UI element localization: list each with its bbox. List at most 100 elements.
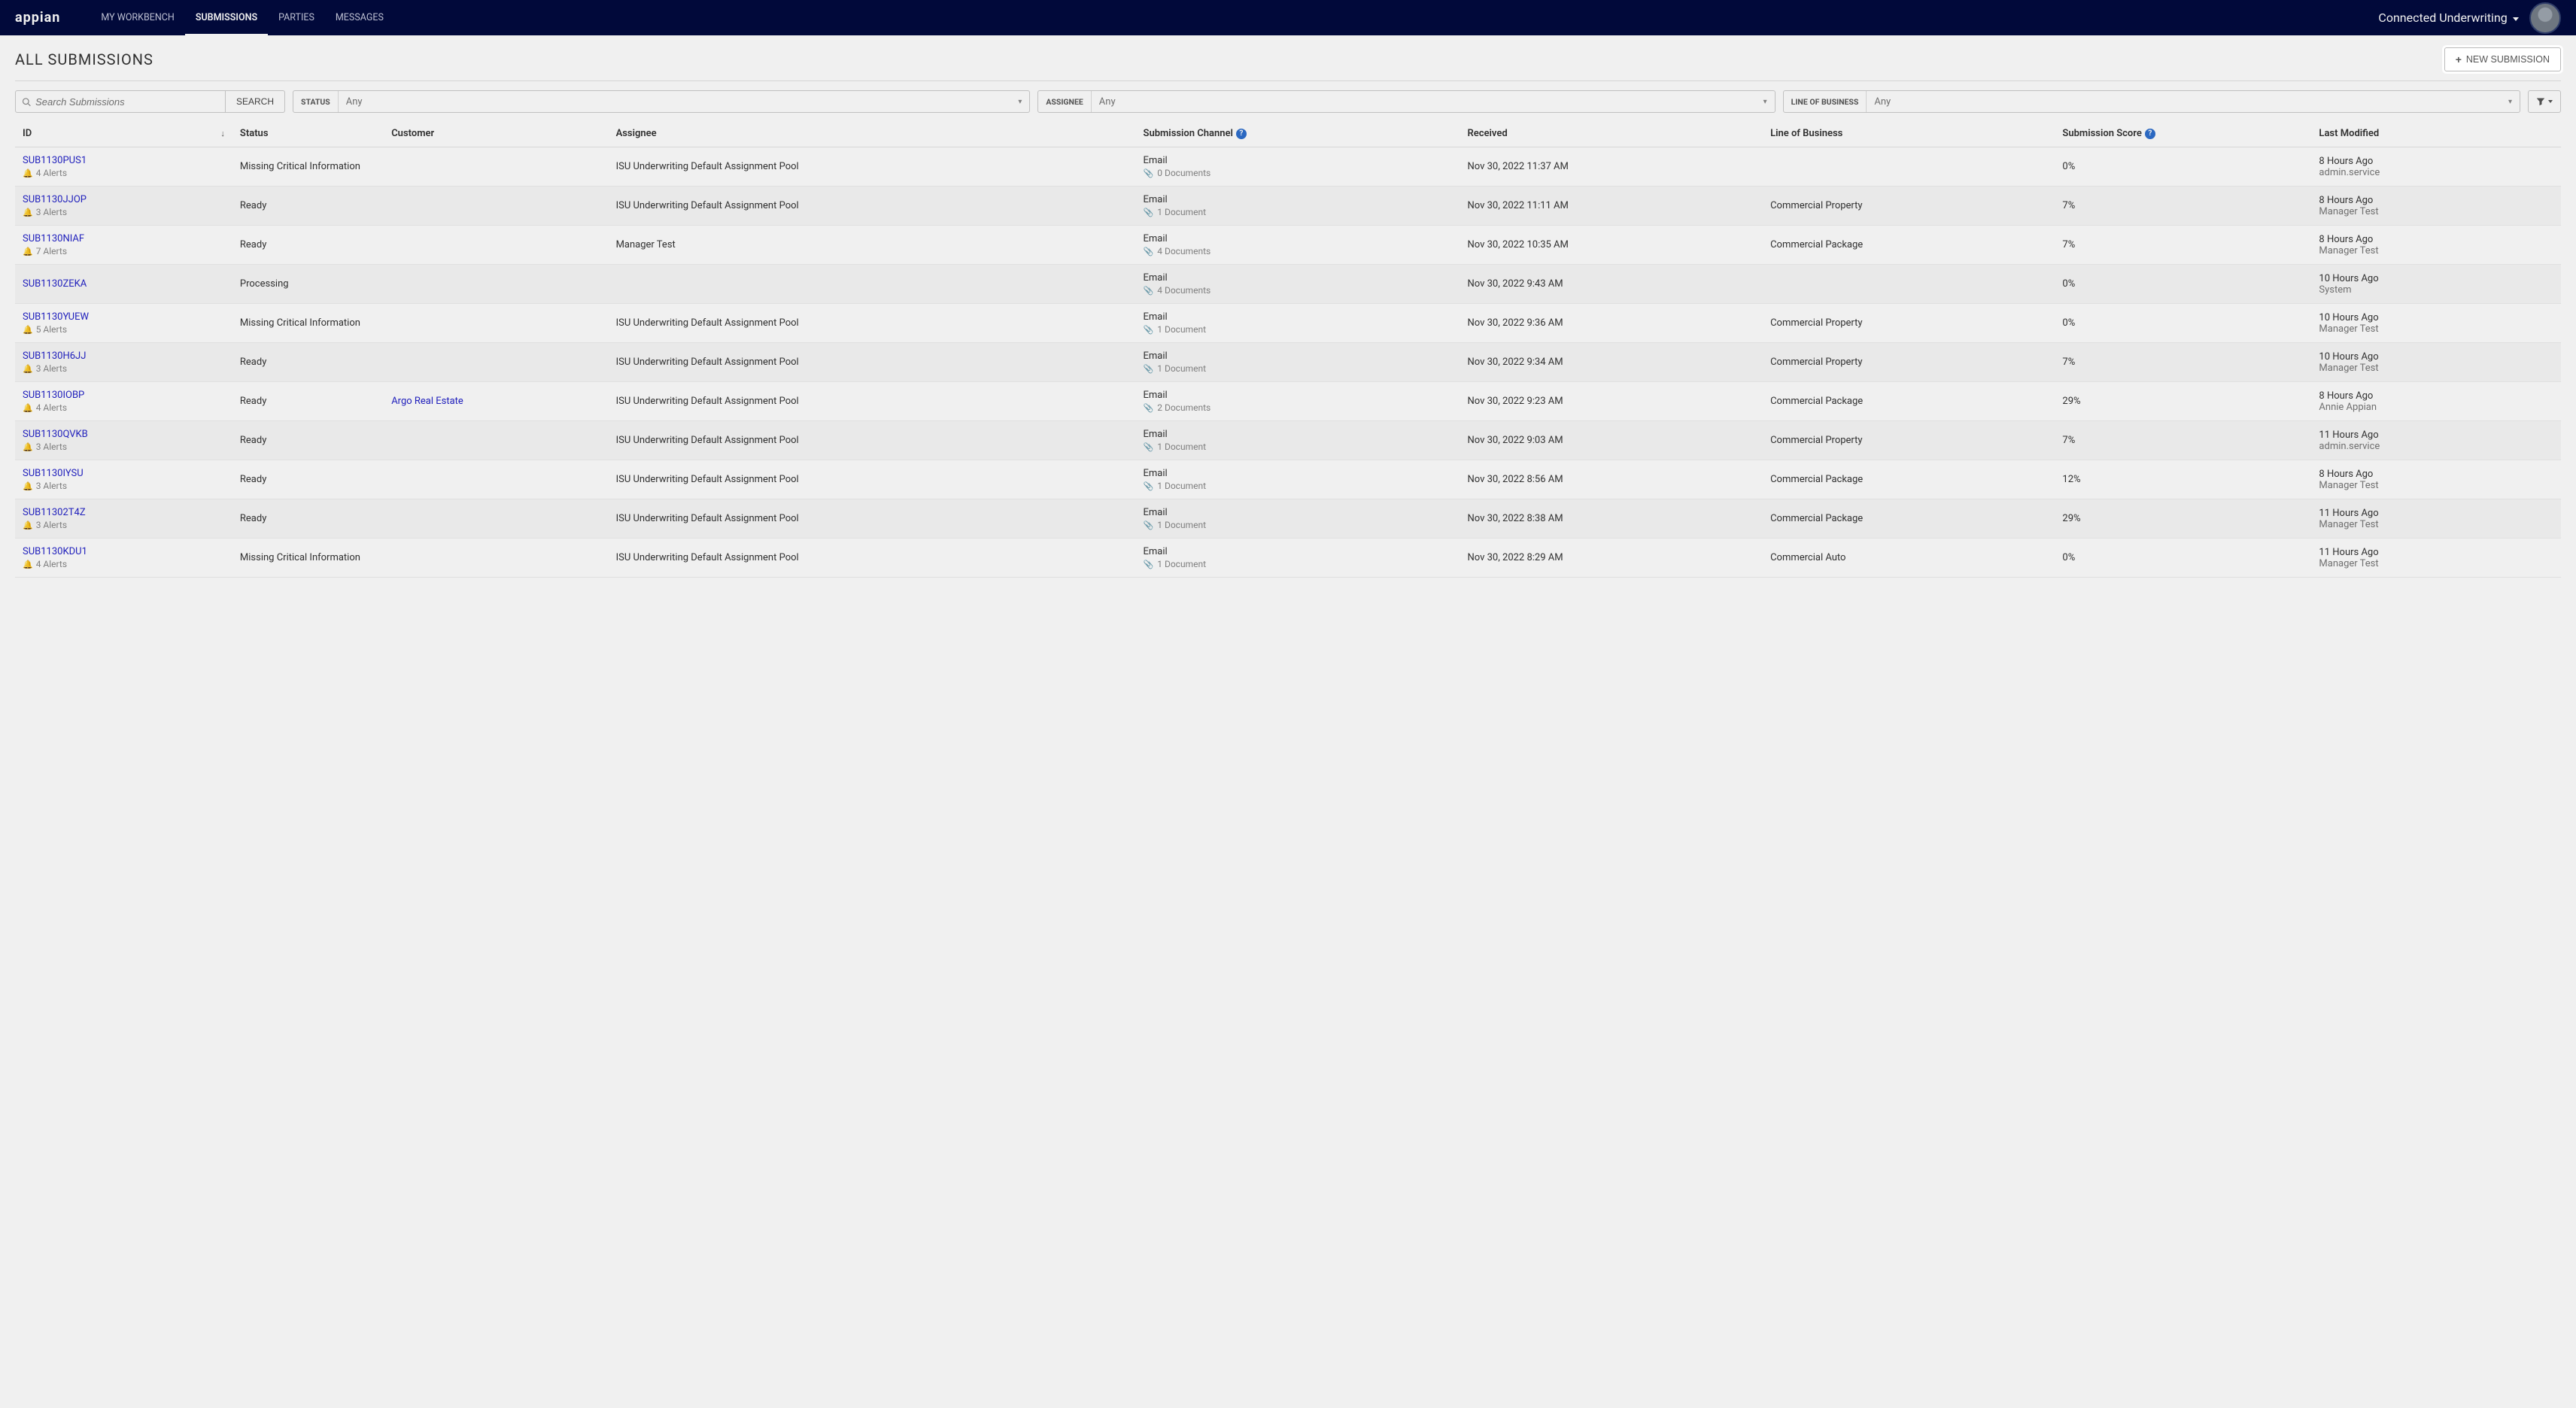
modified-cell: 10 Hours AgoManager Test bbox=[2311, 343, 2561, 382]
received-cell: Nov 30, 2022 8:29 AM bbox=[1460, 539, 1763, 578]
submission-id-link[interactable]: SUB1130JJOP bbox=[23, 194, 225, 205]
submission-id-link[interactable]: SUB1130QVKB bbox=[23, 429, 225, 440]
documents-count: 1 Document bbox=[1157, 207, 1206, 217]
score-cell: 0% bbox=[2055, 304, 2311, 343]
modified-by: Manager Test bbox=[2319, 206, 2553, 217]
assignee-cell: ISU Underwriting Default Assignment Pool bbox=[609, 304, 1136, 343]
modified-cell: 8 Hours AgoManager Test bbox=[2311, 187, 2561, 226]
search-input[interactable] bbox=[35, 96, 219, 108]
channel-cell: Email📎1 Document bbox=[1136, 343, 1460, 382]
modified-cell: 11 Hours AgoManager Test bbox=[2311, 499, 2561, 539]
nav-my-workbench[interactable]: MY WORKBENCH bbox=[90, 0, 184, 35]
channel-cell: Email📎0 Documents bbox=[1136, 147, 1460, 187]
col-received[interactable]: Received bbox=[1460, 120, 1763, 147]
documents-count: 1 Document bbox=[1157, 481, 1206, 491]
submission-id-link[interactable]: SUB1130NIAF bbox=[23, 233, 225, 244]
submission-id-link[interactable]: SUB11302T4Z bbox=[23, 507, 225, 518]
submission-id-link[interactable]: SUB1130H6JJ bbox=[23, 350, 225, 362]
modified-time: 11 Hours Ago bbox=[2319, 547, 2553, 558]
new-submission-button[interactable]: + NEW SUBMISSION bbox=[2444, 47, 2561, 71]
col-channel-label: Submission Channel bbox=[1144, 128, 1233, 139]
search-icon bbox=[22, 97, 31, 107]
alerts-count: 3 Alerts bbox=[36, 363, 67, 374]
help-icon[interactable]: ? bbox=[2145, 129, 2155, 139]
help-icon[interactable]: ? bbox=[1236, 129, 1247, 139]
documents-indicator: 📎0 Documents bbox=[1144, 168, 1453, 178]
submission-id-link[interactable]: SUB1130YUEW bbox=[23, 311, 225, 323]
col-status[interactable]: Status bbox=[232, 120, 384, 147]
nav-submissions[interactable]: SUBMISSIONS bbox=[185, 0, 268, 35]
logo[interactable]: appian bbox=[15, 10, 60, 26]
documents-indicator: 📎1 Document bbox=[1144, 324, 1453, 335]
nav-parties[interactable]: PARTIES bbox=[268, 0, 325, 35]
table-row: SUB1130IOBP🔔4 AlertsReadyArgo Real Estat… bbox=[15, 382, 2561, 421]
status-cell: Ready bbox=[232, 226, 384, 265]
channel-cell: Email📎1 Document bbox=[1136, 499, 1460, 539]
chevron-down-icon: ▾ bbox=[2501, 98, 2520, 106]
status-cell: Missing Critical Information bbox=[232, 539, 384, 578]
table-row: SUB1130JJOP🔔3 AlertsReadyISU Underwritin… bbox=[15, 187, 2561, 226]
submission-id-link[interactable]: SUB1130ZEKA bbox=[23, 278, 225, 290]
submission-id-link[interactable]: SUB1130IOBP bbox=[23, 390, 225, 401]
submission-id-link[interactable]: SUB1130IYSU bbox=[23, 468, 225, 479]
search-button[interactable]: SEARCH bbox=[226, 90, 285, 113]
paperclip-icon: 📎 bbox=[1144, 481, 1154, 491]
alerts-indicator: 🔔3 Alerts bbox=[23, 481, 225, 491]
alerts-count: 5 Alerts bbox=[36, 324, 67, 335]
modified-by: Annie Appian bbox=[2319, 402, 2553, 413]
documents-indicator: 📎1 Document bbox=[1144, 442, 1453, 452]
alerts-indicator: 🔔4 Alerts bbox=[23, 168, 225, 178]
channel-value: Email bbox=[1144, 390, 1453, 401]
alerts-count: 4 Alerts bbox=[36, 402, 67, 413]
modified-by: admin.service bbox=[2319, 441, 2553, 452]
score-cell: 7% bbox=[2055, 421, 2311, 460]
lob-cell: Commercial Package bbox=[1763, 382, 2055, 421]
modified-time: 11 Hours Ago bbox=[2319, 508, 2553, 519]
alerts-count: 4 Alerts bbox=[36, 559, 67, 569]
assignee-filter-value: Any bbox=[1092, 96, 1756, 108]
modified-cell: 8 Hours AgoManager Test bbox=[2311, 226, 2561, 265]
filter-options-button[interactable] bbox=[2528, 90, 2561, 113]
assignee-filter[interactable]: ASSIGNEE Any ▾ bbox=[1037, 90, 1775, 113]
assignee-cell: ISU Underwriting Default Assignment Pool bbox=[609, 499, 1136, 539]
modified-cell: 8 Hours Agoadmin.service bbox=[2311, 147, 2561, 187]
lob-filter[interactable]: LINE OF BUSINESS Any ▾ bbox=[1783, 90, 2520, 113]
channel-cell: Email📎1 Document bbox=[1136, 460, 1460, 499]
col-customer[interactable]: Customer bbox=[384, 120, 608, 147]
col-lob[interactable]: Line of Business bbox=[1763, 120, 2055, 147]
lob-cell: Commercial Package bbox=[1763, 226, 2055, 265]
status-filter[interactable]: STATUS Any ▾ bbox=[293, 90, 1030, 113]
col-id[interactable]: ID↓ bbox=[15, 120, 232, 147]
channel-value: Email bbox=[1144, 272, 1453, 284]
col-modified[interactable]: Last Modified bbox=[2311, 120, 2561, 147]
submission-id-link[interactable]: SUB1130KDU1 bbox=[23, 546, 225, 557]
score-cell: 0% bbox=[2055, 539, 2311, 578]
col-assignee[interactable]: Assignee bbox=[609, 120, 1136, 147]
modified-time: 8 Hours Ago bbox=[2319, 234, 2553, 245]
chevron-down-icon bbox=[2548, 100, 2553, 103]
modified-by: Manager Test bbox=[2319, 363, 2553, 374]
col-score[interactable]: Submission Score? bbox=[2055, 120, 2311, 147]
score-cell: 7% bbox=[2055, 187, 2311, 226]
submission-id-link[interactable]: SUB1130PUS1 bbox=[23, 155, 225, 166]
col-channel[interactable]: Submission Channel? bbox=[1136, 120, 1460, 147]
score-cell: 7% bbox=[2055, 226, 2311, 265]
received-cell: Nov 30, 2022 11:11 AM bbox=[1460, 187, 1763, 226]
customer-cell bbox=[384, 343, 608, 382]
chevron-down-icon: ▾ bbox=[1010, 98, 1029, 106]
site-switcher[interactable]: Connected Underwriting bbox=[2378, 11, 2519, 25]
channel-cell: Email📎1 Document bbox=[1136, 421, 1460, 460]
customer-link[interactable]: Argo Real Estate bbox=[391, 396, 463, 407]
assignee-cell: Manager Test bbox=[609, 226, 1136, 265]
modified-time: 8 Hours Ago bbox=[2319, 195, 2553, 206]
status-filter-label: STATUS bbox=[293, 91, 339, 112]
lob-cell: Commercial Property bbox=[1763, 304, 2055, 343]
documents-count: 4 Documents bbox=[1157, 246, 1211, 256]
avatar[interactable] bbox=[2529, 2, 2561, 34]
nav-messages[interactable]: MESSAGES bbox=[325, 0, 394, 35]
table-row: SUB1130YUEW🔔5 AlertsMissing Critical Inf… bbox=[15, 304, 2561, 343]
assignee-cell: ISU Underwriting Default Assignment Pool bbox=[609, 421, 1136, 460]
lob-cell: Commercial Property bbox=[1763, 187, 2055, 226]
customer-cell bbox=[384, 226, 608, 265]
paperclip-icon: 📎 bbox=[1144, 168, 1154, 178]
